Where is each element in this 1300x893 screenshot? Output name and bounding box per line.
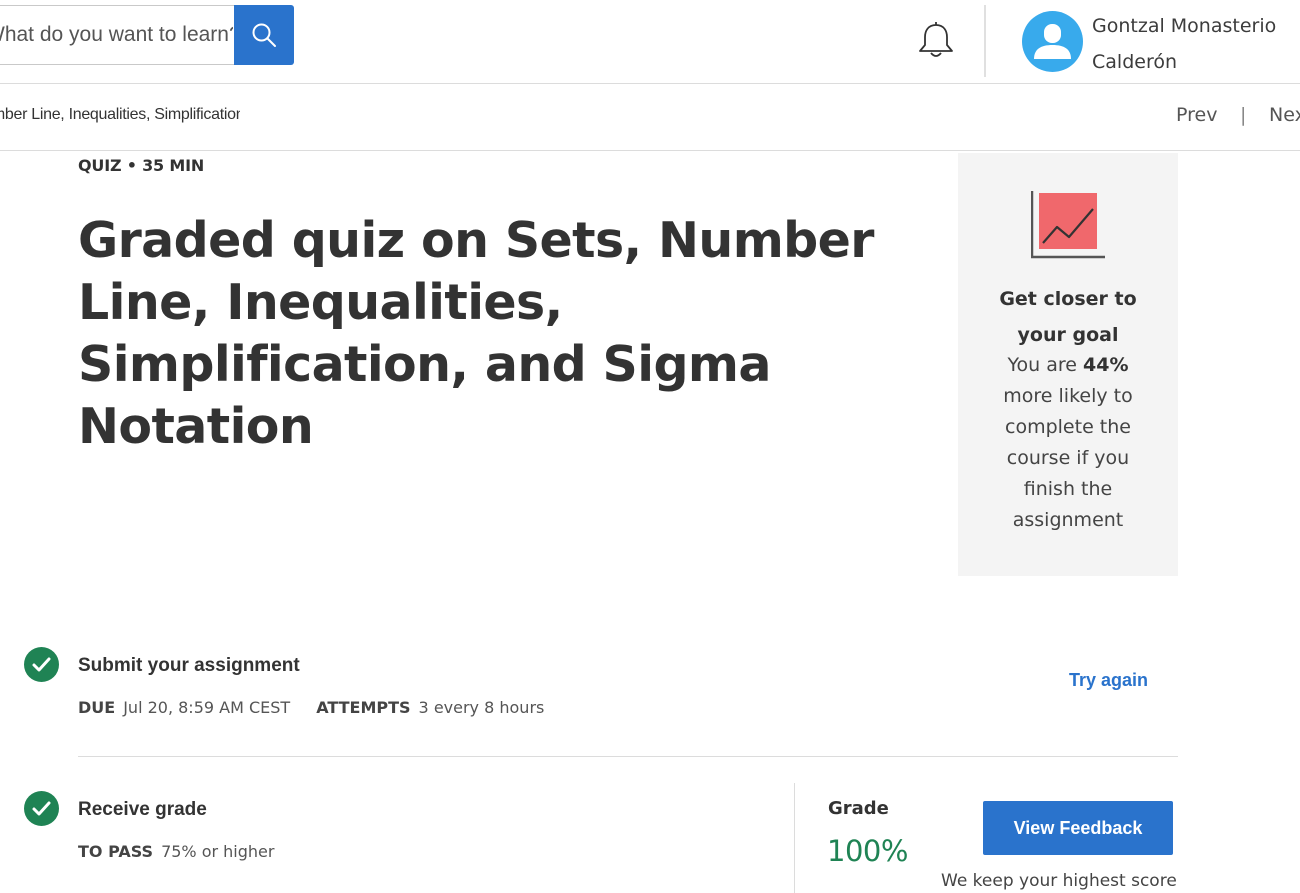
bell-icon bbox=[919, 22, 953, 57]
grade-divider bbox=[794, 783, 795, 893]
search-button[interactable] bbox=[234, 5, 294, 65]
header-divider bbox=[984, 5, 986, 77]
goal-text: You are 44% more likely to complete the … bbox=[1003, 354, 1133, 531]
view-feedback-button[interactable]: View Feedback bbox=[983, 801, 1173, 855]
due-value: Jul 20, 8:59 AM CEST bbox=[123, 698, 291, 717]
prev-link[interactable]: Prev bbox=[1176, 104, 1217, 126]
top-header: Gontzal Monasterio Calderón bbox=[0, 0, 1300, 84]
check-icon bbox=[24, 647, 59, 682]
receive-step-meta: TO PASS 75% or higher bbox=[78, 842, 274, 861]
search-input[interactable] bbox=[0, 6, 233, 64]
pass-value: 75% or higher bbox=[161, 842, 275, 861]
goal-title: Get closer to your goal bbox=[999, 288, 1137, 346]
notifications-button[interactable] bbox=[915, 20, 957, 62]
pass-label: TO PASS bbox=[78, 842, 154, 861]
trend-chart-icon bbox=[1031, 191, 1105, 259]
user-avatar-icon bbox=[1034, 24, 1071, 59]
submit-step-title: Submit your assignment bbox=[78, 655, 300, 676]
highest-score-note: We keep your highest score bbox=[941, 871, 1177, 891]
goal-percent: 44% bbox=[1083, 354, 1129, 376]
attempts-label: ATTEMPTS bbox=[316, 698, 411, 717]
user-name[interactable]: Gontzal Monasterio Calderón bbox=[1092, 8, 1300, 80]
grade-label: Grade bbox=[828, 798, 889, 819]
next-link[interactable]: Next bbox=[1269, 104, 1300, 126]
goal-card: Get closer to your goal You are 44% more… bbox=[958, 153, 1178, 576]
search-box[interactable] bbox=[0, 5, 234, 65]
grade-value: 100% bbox=[827, 834, 908, 868]
quiz-meta: QUIZ • 35 MIN bbox=[78, 156, 205, 175]
step-divider bbox=[78, 756, 1178, 757]
breadcrumb: Number Line, Inequalities, Simplificatio… bbox=[0, 84, 1300, 151]
receive-step-title: Receive grade bbox=[78, 799, 207, 820]
breadcrumb-item[interactable]: Number Line, Inequalities, Simplificatio… bbox=[0, 106, 240, 124]
avatar[interactable] bbox=[1022, 11, 1083, 72]
due-label: DUE bbox=[78, 698, 116, 717]
page-title: Graded quiz on Sets, Number Line, Inequa… bbox=[78, 212, 874, 455]
try-again-link[interactable]: Try again bbox=[1069, 670, 1148, 691]
submit-step-meta: DUE Jul 20, 8:59 AM CEST ATTEMPTS 3 every 8… bbox=[78, 698, 544, 717]
attempts-value: 3 every 8 hours bbox=[418, 698, 545, 717]
nav-separator: | bbox=[1240, 104, 1247, 126]
check-icon bbox=[24, 791, 59, 826]
search-icon bbox=[252, 23, 276, 47]
